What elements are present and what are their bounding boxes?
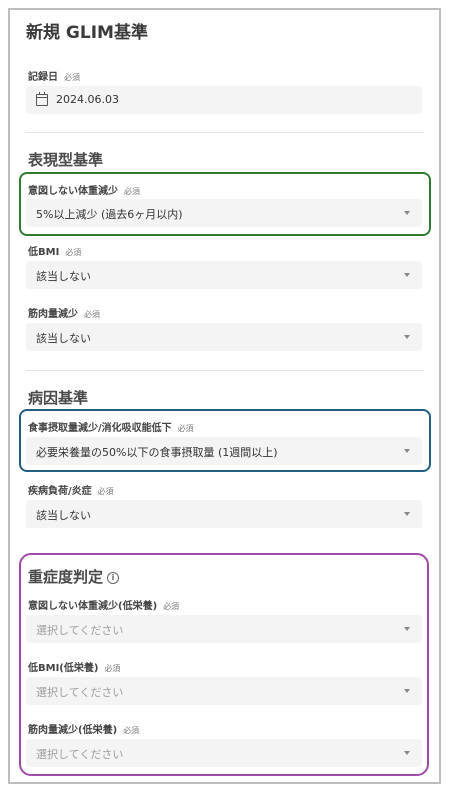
- page-title: 新規 GLIM基準: [26, 23, 148, 43]
- record-date-value: 2024.06.03: [56, 93, 119, 106]
- record-date-field[interactable]: 2024.06.03: [26, 86, 422, 114]
- calendar-icon: [36, 92, 48, 106]
- severity-weight-loss-placeholder: 選択してください: [36, 624, 124, 637]
- required-tag: 必須: [163, 602, 180, 611]
- muscle-loss-label: 筋肉量減少 必須: [28, 305, 100, 320]
- required-tag: 必須: [104, 664, 121, 673]
- low-bmi-label-text: 低BMI: [28, 247, 60, 258]
- divider: [26, 132, 424, 133]
- severity-low-bmi-placeholder: 選択してください: [36, 686, 124, 699]
- muscle-loss-select[interactable]: 該当しない: [26, 323, 422, 351]
- disease-burden-value: 該当しない: [36, 509, 91, 522]
- severity-muscle-loss-placeholder: 選択してください: [36, 748, 124, 761]
- etiologic-section-title: 病因基準: [28, 389, 89, 407]
- intake-reduction-value: 必要栄養量の50%以下の食事摂取量 (1週間以上): [36, 446, 278, 459]
- required-tag: 必須: [84, 310, 100, 319]
- chevron-down-icon: [404, 512, 410, 516]
- low-bmi-select[interactable]: 該当しない: [26, 261, 422, 289]
- chevron-down-icon: [404, 211, 410, 215]
- required-tag: 必須: [124, 187, 140, 196]
- chevron-down-icon: [404, 273, 410, 277]
- disease-burden-select[interactable]: 該当しない: [26, 500, 422, 528]
- required-tag: 必須: [123, 726, 140, 735]
- weight-loss-value: 5%以上減少 (過去6ヶ月以内): [36, 208, 183, 221]
- low-bmi-label: 低BMI 必須: [28, 243, 81, 258]
- chevron-down-icon: [404, 689, 410, 693]
- low-bmi-value: 該当しない: [36, 270, 91, 283]
- divider: [26, 370, 424, 371]
- severity-weight-loss-select[interactable]: 選択してください: [26, 615, 422, 643]
- intake-reduction-label: 食事摂取量減少/消化吸収能低下 必須: [28, 419, 194, 434]
- severity-section-title: 重症度判定 i: [28, 566, 120, 587]
- muscle-loss-value: 該当しない: [36, 332, 91, 345]
- disease-burden-label-text: 疾病負荷/炎症: [28, 486, 92, 497]
- muscle-loss-label-text: 筋肉量減少: [28, 309, 78, 320]
- severity-muscle-loss-select[interactable]: 選択してください: [26, 739, 422, 767]
- chevron-down-icon: [404, 627, 410, 631]
- chevron-down-icon: [404, 335, 410, 339]
- record-date-label: 記録日 必須: [28, 68, 80, 83]
- required-tag: 必須: [64, 73, 80, 82]
- weight-loss-label: 意図しない体重減少 必須: [28, 182, 140, 197]
- severity-low-bmi-label-text: 低BMI(低栄養): [28, 663, 99, 674]
- intake-reduction-label-text: 食事摂取量減少/消化吸収能低下: [28, 423, 172, 434]
- required-tag: 必須: [97, 487, 114, 496]
- weight-loss-label-text: 意図しない体重減少: [28, 186, 118, 197]
- severity-muscle-loss-label: 筋肉量減少(低栄養) 必須: [28, 721, 139, 736]
- intake-reduction-select[interactable]: 必要栄養量の50%以下の食事摂取量 (1週間以上): [26, 437, 422, 465]
- severity-muscle-loss-label-text: 筋肉量減少(低栄養): [28, 725, 118, 736]
- chevron-down-icon: [404, 751, 410, 755]
- severity-low-bmi-select[interactable]: 選択してください: [26, 677, 422, 705]
- severity-low-bmi-label: 低BMI(低栄養) 必須: [28, 659, 120, 674]
- required-tag: 必須: [177, 424, 194, 433]
- disease-burden-label: 疾病負荷/炎症 必須: [28, 482, 114, 497]
- severity-weight-loss-label: 意図しない体重減少(低栄養) 必須: [28, 597, 179, 612]
- required-tag: 必須: [65, 248, 82, 257]
- chevron-down-icon: [404, 449, 410, 453]
- severity-title-text: 重症度判定: [28, 568, 104, 586]
- phenotypic-section-title: 表現型基準: [28, 151, 104, 169]
- record-date-label-text: 記録日: [28, 72, 58, 83]
- weight-loss-select[interactable]: 5%以上減少 (過去6ヶ月以内): [26, 199, 422, 227]
- info-icon[interactable]: i: [107, 572, 120, 584]
- severity-weight-loss-label-text: 意図しない体重減少(低栄養): [28, 601, 158, 612]
